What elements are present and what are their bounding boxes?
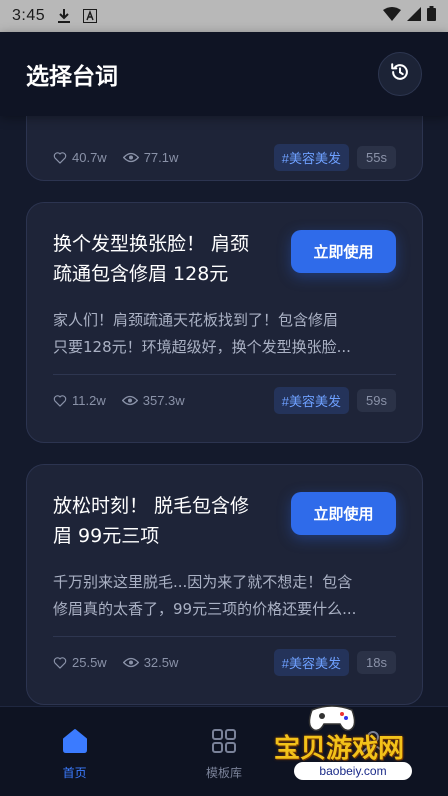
heart-icon (53, 394, 67, 407)
template-card[interactable]: 40.7w 77.1w #美容美发 55s (26, 116, 423, 181)
grid-icon (210, 727, 238, 758)
duration-badge: 55s (357, 145, 396, 169)
battery-icon (427, 6, 436, 26)
profile-icon (359, 727, 387, 758)
like-count: 40.7w (72, 149, 107, 165)
eye-icon (122, 152, 139, 162)
card-meta: 40.7w 77.1w #美容美发 55s (27, 132, 422, 182)
page-title: 选择台词 (26, 64, 118, 90)
template-list[interactable]: 40.7w 77.1w #美容美发 55s 换个发型换张脸！ 肩颈 疏通包含修眉… (0, 116, 448, 706)
nav-templates[interactable]: 模板库 (149, 707, 298, 796)
signal-icon (407, 6, 421, 26)
view-count: 32.5w (143, 654, 179, 670)
wifi-icon (383, 6, 401, 26)
eye-icon (121, 395, 138, 405)
nav-templates-label: 模板库 (205, 766, 242, 780)
use-now-button[interactable]: 立即使用 (291, 492, 396, 535)
like-count: 25.5w (72, 654, 107, 670)
duration-badge: 59s (357, 388, 396, 412)
nav-profile[interactable] (299, 707, 448, 796)
nav-home[interactable]: 首页 (0, 707, 149, 796)
status-bar: 3:45 (0, 0, 448, 32)
category-tag[interactable]: #美容美发 (273, 386, 350, 414)
duration-badge: 18s (357, 650, 396, 674)
heart-icon (53, 151, 67, 164)
download-icon (57, 8, 71, 24)
view-count: 357.3w (142, 392, 185, 408)
template-card[interactable]: 放松时刻！ 脱毛包含修 眉 99元三项 立即使用 千万别来这里脱毛...因为来了… (26, 464, 423, 705)
app-notification-icon (83, 9, 98, 23)
top-app-bar: 选择台词 (0, 32, 448, 116)
status-time: 3:45 (12, 7, 46, 24)
card-title: 换个发型换张脸！ 肩颈 疏通包含修眉 128元 (53, 233, 250, 285)
card-meta: 11.2w 357.3w #美容美发 59s (27, 375, 422, 425)
history-icon (389, 61, 411, 87)
card-description: 千万别来这里脱毛...因为来了就不想走！包含 修眉真的太香了，99元三项的价格还… (53, 573, 357, 618)
use-now-button[interactable]: 立即使用 (291, 230, 396, 273)
like-count: 11.2w (72, 392, 106, 408)
category-tag[interactable]: #美容美发 (273, 648, 350, 676)
card-title: 放松时刻！ 脱毛包含修 眉 99元三项 (53, 495, 250, 547)
template-card[interactable]: 换个发型换张脸！ 肩颈 疏通包含修眉 128元 立即使用 家人们！肩颈疏通天花板… (26, 202, 423, 443)
card-description: 家人们！肩颈疏通天花板找到了！包含修眉 只要128元！环境超级好，换个发型换张脸… (53, 311, 351, 356)
history-button[interactable] (378, 52, 422, 96)
nav-home-label: 首页 (62, 766, 87, 780)
eye-icon (122, 657, 139, 667)
category-tag[interactable]: #美容美发 (273, 143, 350, 171)
view-count: 77.1w (143, 149, 179, 165)
bottom-navigation: 首页 模板库 (0, 706, 448, 796)
card-meta: 25.5w 32.5w #美容美发 18s (27, 637, 422, 687)
home-icon (61, 727, 89, 758)
heart-icon (53, 656, 67, 669)
